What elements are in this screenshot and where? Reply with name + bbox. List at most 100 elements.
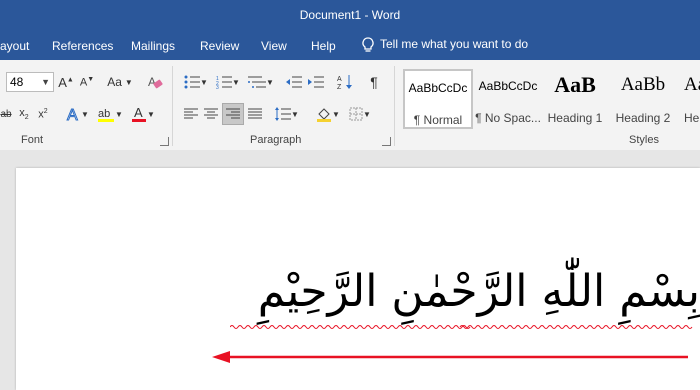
style-name: Heading 1: [547, 111, 603, 125]
direction-arrow: [212, 351, 688, 363]
style-preview: AaBbCcDc: [408, 81, 468, 95]
tab-layout[interactable]: ayout: [0, 39, 29, 53]
multilevel-list-button[interactable]: ▼: [246, 72, 276, 92]
decrease-indent-button[interactable]: [285, 72, 303, 92]
align-left-button[interactable]: [182, 104, 200, 124]
style-no-spacing[interactable]: AaBbCcDc ¶ No Spac...: [473, 69, 543, 129]
grow-font-button[interactable]: A▲: [58, 72, 74, 92]
subscript-button[interactable]: x2: [17, 104, 31, 124]
numbering-button[interactable]: 1 2 3 ▼: [214, 72, 242, 92]
highlighter-icon: ab: [98, 108, 115, 122]
align-center-icon: [204, 108, 218, 119]
text-effects-button[interactable]: A ▼: [64, 104, 90, 124]
svg-text:ab: ab: [98, 108, 110, 120]
svg-text:A: A: [67, 107, 78, 123]
bullets-button[interactable]: ▼: [182, 72, 210, 92]
ribbon: 48 ▼ A▲ A▼ Aa ▼ A ab x2 x2 A ▼ ab ▼ A ▼ Font…: [0, 60, 700, 151]
align-left-icon: [184, 108, 198, 119]
paint-bucket-icon: [317, 108, 332, 122]
tab-references[interactable]: References: [52, 39, 113, 53]
change-case-button[interactable]: Aa ▼: [104, 72, 136, 92]
style-preview: AaBb: [684, 74, 700, 95]
align-center-button[interactable]: [202, 104, 220, 124]
align-right-button[interactable]: [222, 103, 244, 125]
document-canvas: بِسْمِ اللّٰهِ الرَّحْمٰنِ الرَّحِيْمِ: [0, 150, 700, 390]
highlight-color-button[interactable]: ab ▼: [95, 104, 125, 124]
svg-text:A: A: [337, 76, 342, 83]
chevron-down-icon: ▼: [81, 109, 89, 119]
clear-formatting-button[interactable]: A: [146, 72, 164, 92]
chevron-down-icon: ▼: [124, 77, 133, 87]
style-normal[interactable]: AaBbCcDc ¶ Normal: [403, 69, 473, 129]
justify-button[interactable]: [246, 104, 264, 124]
style-heading-3[interactable]: AaBb He: [680, 69, 700, 129]
tab-review[interactable]: Review: [200, 39, 239, 53]
document-text[interactable]: بِسْمِ اللّٰهِ الرَّحْمٰنِ الرَّحِيْمِ: [216, 266, 700, 317]
superscript-icon: x2: [38, 107, 48, 121]
font-color-icon: A: [132, 105, 147, 122]
style-preview: AaBb: [620, 74, 666, 95]
paragraph-group-label: Paragraph: [250, 134, 302, 146]
chevron-down-icon: ▼: [291, 109, 299, 119]
chevron-down-icon: ▼: [147, 109, 155, 119]
shrink-font-icon: A▼: [79, 75, 95, 89]
multilevel-list-icon: [248, 76, 267, 88]
style-preview: AaB: [554, 72, 596, 97]
show-formatting-button[interactable]: ¶: [366, 72, 382, 92]
increase-indent-button[interactable]: [307, 72, 325, 92]
style-heading-2[interactable]: AaBb Heading 2: [608, 69, 678, 129]
sort-icon: AZ: [337, 75, 352, 90]
align-right-icon: [226, 108, 240, 119]
chevron-down-icon: ▼: [232, 77, 240, 87]
lightbulb-icon: [362, 37, 374, 52]
numbered-list-icon: 123: [216, 76, 233, 89]
chevron-down-icon: ▼: [200, 77, 208, 87]
strikethrough-button[interactable]: ab: [0, 104, 12, 124]
eraser-icon: A: [148, 75, 163, 89]
style-heading-1[interactable]: AaB Heading 1: [540, 69, 610, 129]
chevron-down-icon: ▼: [363, 109, 371, 119]
svg-text:3: 3: [216, 85, 219, 89]
chevron-down-icon: ▼: [266, 77, 274, 87]
title-bar: Document1 - Word: [0, 0, 700, 32]
strikethrough-icon: ab: [0, 108, 12, 120]
tell-me-label: Tell me what you want to do: [380, 37, 529, 52]
paragraph-dialog-launcher[interactable]: [382, 137, 391, 146]
svg-text:A: A: [134, 105, 143, 120]
pilcrow-icon: ¶: [370, 74, 378, 90]
line-spacing-button[interactable]: ▼: [273, 104, 301, 124]
svg-text:Z: Z: [337, 84, 342, 90]
style-name: He: [684, 111, 700, 125]
tab-view[interactable]: View: [261, 39, 287, 53]
tab-help[interactable]: Help: [311, 39, 336, 53]
tab-mailings[interactable]: Mailings: [131, 39, 175, 53]
shrink-font-button[interactable]: A▼: [79, 72, 95, 92]
ribbon-tabs: ayout References Mailings Review View He…: [0, 32, 700, 60]
font-size-field[interactable]: 48 ▼: [6, 72, 54, 92]
spelling-squiggle: [230, 325, 693, 329]
line-spacing-icon: [275, 107, 292, 121]
styles-group-label: Styles: [629, 134, 659, 146]
font-dialog-launcher[interactable]: [160, 137, 169, 146]
font-color-button[interactable]: A ▼: [129, 104, 157, 124]
decrease-indent-icon: [286, 76, 302, 88]
grow-font-icon: A▲: [58, 74, 74, 90]
borders-button[interactable]: ▼: [347, 104, 373, 124]
shading-button[interactable]: ▼: [313, 104, 343, 124]
style-name: Heading 2: [615, 111, 671, 125]
tell-me-search[interactable]: Tell me what you want to do: [362, 37, 528, 53]
borders-icon: [349, 107, 363, 121]
chevron-down-icon[interactable]: ▼: [41, 73, 50, 91]
style-name: ¶ No Spac...: [475, 111, 541, 125]
justify-icon: [248, 108, 262, 119]
style-preview: AaBbCcDc: [478, 79, 538, 93]
style-name: ¶ Normal: [413, 113, 463, 127]
group-separator: [172, 66, 173, 146]
document-page[interactable]: بِسْمِ اللّٰهِ الرَّحْمٰنِ الرَّحِيْمِ: [16, 168, 700, 390]
chevron-down-icon: ▼: [115, 109, 123, 119]
sort-button[interactable]: AZ: [336, 72, 354, 92]
bullet-list-icon: [184, 75, 201, 89]
font-group-label: Font: [21, 134, 44, 146]
text-effects-icon: A: [67, 107, 79, 124]
superscript-button[interactable]: x2: [36, 104, 50, 124]
